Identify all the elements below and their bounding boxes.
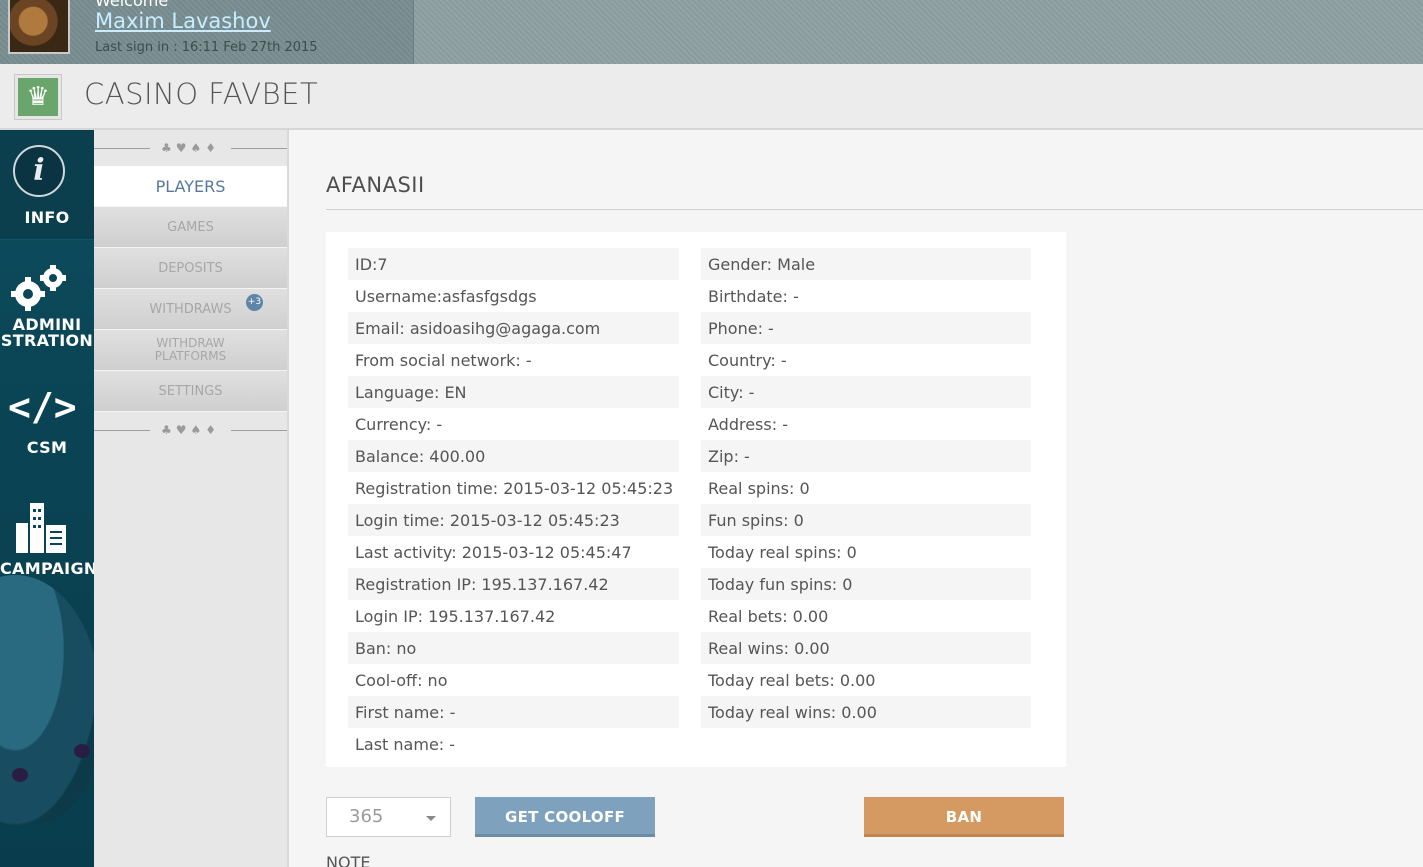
- nav-csm-label: CSM: [26, 438, 68, 457]
- nav-info[interactable]: i INFO: [0, 130, 94, 240]
- player-field-row: Login IP: 195.137.167.42: [355, 606, 556, 626]
- withdraws-count-badge: +3: [246, 294, 263, 311]
- nav-campaigns-label: CAMPAIGNS: [0, 559, 94, 578]
- nav-administration-label-2: STRATION: [0, 331, 94, 350]
- main-nav: i INFO ADMINI STRATION </> CSM CAMPAIGN: [0, 130, 94, 867]
- chevron-down-icon: [426, 816, 436, 821]
- sub-nav-withdraws[interactable]: WITHDRAWS +3: [94, 289, 287, 330]
- get-cooloff-button[interactable]: GET COOLOFF: [475, 797, 655, 837]
- player-field-row: Real wins: 0.00: [701, 632, 1031, 664]
- note-label: NOTE: [326, 853, 371, 867]
- player-field-row: Last name: -: [355, 734, 456, 754]
- player-field-row: Username:asfasfgsdgs: [355, 286, 537, 306]
- player-field-row: Today fun spins: 0: [701, 568, 1031, 600]
- player-field-row: Birthdate: -: [708, 286, 799, 306]
- ban-button[interactable]: BAN: [864, 797, 1064, 837]
- avatar[interactable]: [8, 0, 70, 54]
- nav-info-label: INFO: [24, 208, 70, 227]
- decor-dot: [74, 744, 90, 758]
- player-field-row: Today real spins: 0: [708, 542, 857, 562]
- sub-nav-deposits[interactable]: DEPOSITS: [94, 248, 287, 289]
- brand-bar: ♛ CASINO FAVBET: [0, 64, 1423, 130]
- sub-nav-settings[interactable]: SETTINGS: [94, 371, 287, 412]
- brand-title: CASINO FAVBET: [84, 77, 319, 111]
- player-field-row: City: -: [701, 376, 1031, 408]
- player-field-row: Balance: 400.00: [348, 440, 679, 472]
- info-icon: i: [13, 145, 65, 197]
- nav-csm[interactable]: </> CSM: [0, 385, 94, 465]
- player-field-row: Ban: no: [348, 632, 679, 664]
- user-name-link[interactable]: Maxim Lavashov: [95, 9, 271, 33]
- player-field-row: Login time: 2015-03-12 05:45:23: [348, 504, 679, 536]
- top-bar: Welcome Maxim Lavashov Last sign in : 16…: [0, 0, 1423, 64]
- main-content: AFANASII ID:7 Username:asfasfgsdgs Email: …: [289, 130, 1423, 867]
- player-field-row: Gender: Male: [701, 248, 1031, 280]
- player-details-right: Gender: Male Birthdate: - Phone: - Country:…: [701, 248, 1031, 728]
- player-field-row: ID:7: [348, 248, 679, 280]
- player-field-row: Last activity: 2015-03-12 05:45:47: [355, 542, 632, 562]
- player-field-row: Real bets: 0.00: [708, 606, 829, 626]
- buildings-icon: [16, 503, 66, 553]
- nav-administration[interactable]: ADMINI STRATION: [0, 255, 94, 355]
- ufo-illustration: [0, 575, 94, 825]
- suits-divider: ♣♥♠♦: [94, 130, 287, 166]
- player-details-left: ID:7 Username:asfasfgsdgs Email: asidoasih…: [348, 248, 679, 760]
- player-field-row: Cool-off: no: [355, 670, 448, 690]
- player-field-row: Today real wins: 0.00: [701, 696, 1031, 728]
- sub-nav-withdraw-platforms-label-2: PLATFORMS: [154, 349, 227, 363]
- cooloff-days-value: 365: [349, 806, 384, 827]
- player-field-row: Real spins: 0: [708, 478, 810, 498]
- code-icon: </>: [8, 385, 77, 429]
- crown-icon[interactable]: ♛: [14, 74, 62, 120]
- gears-icon: [11, 265, 66, 311]
- player-details-card: ID:7 Username:asfasfgsdgs Email: asidoasih…: [326, 232, 1066, 767]
- page-title: AFANASII: [326, 173, 425, 197]
- user-panel: Welcome Maxim Lavashov Last sign in : 16…: [0, 0, 414, 64]
- player-field-row: Address: -: [708, 414, 788, 434]
- last-sign-in: Last sign in : 16:11 Feb 27th 2015: [95, 40, 318, 55]
- player-field-row: Country: -: [708, 350, 787, 370]
- player-field-row: Registration time: 2015-03-12 05:45:23: [355, 478, 674, 498]
- player-field-row: Email: asidoasihg@agaga.com: [348, 312, 679, 344]
- cooloff-days-select[interactable]: 365: [326, 797, 451, 837]
- sub-nav-withdraws-label: WITHDRAWS: [149, 301, 232, 317]
- sub-nav-withdraw-platforms[interactable]: WITHDRAW PLATFORMS: [94, 330, 287, 371]
- suits-divider: ♣♥♠♦: [94, 412, 287, 448]
- player-field-row: Currency: -: [355, 414, 443, 434]
- player-field-row: First name: -: [348, 696, 679, 728]
- player-field-row: Registration IP: 195.137.167.42: [348, 568, 679, 600]
- player-field-row: Zip: -: [701, 440, 1031, 472]
- player-field-row: From social network: -: [355, 350, 532, 370]
- sub-nav: ♣♥♠♦ PLAYERS GAMES DEPOSITS WITHDRAWS +3…: [94, 130, 289, 867]
- player-field-row: Phone: -: [701, 312, 1031, 344]
- sub-nav-players[interactable]: PLAYERS: [94, 166, 287, 207]
- player-field-row: Today real bets: 0.00: [708, 670, 876, 690]
- title-divider: [326, 209, 1423, 210]
- decor-dot: [12, 768, 28, 782]
- nav-campaigns[interactable]: CAMPAIGNS: [0, 490, 94, 580]
- player-field-row: Fun spins: 0: [701, 504, 1031, 536]
- player-field-row: Language: EN: [348, 376, 679, 408]
- sub-nav-games[interactable]: GAMES: [94, 207, 287, 248]
